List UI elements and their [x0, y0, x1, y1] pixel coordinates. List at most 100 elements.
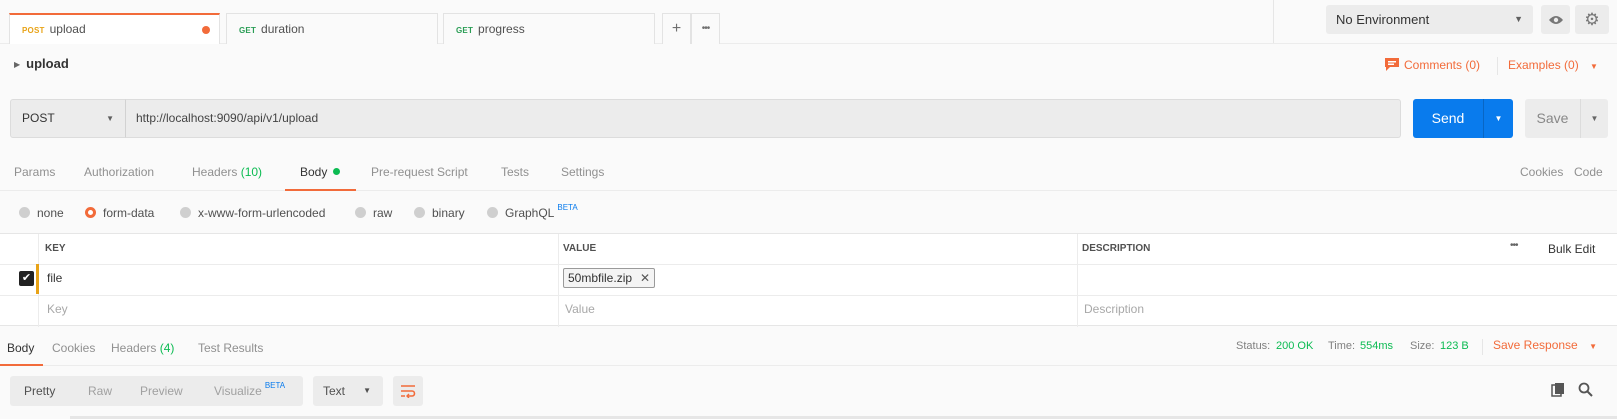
method-select[interactable]: POST ▼ [10, 99, 126, 138]
environment-select[interactable]: No Environment ▼ [1326, 5, 1533, 34]
tab-label: duration [261, 22, 305, 36]
radio-label: GraphQL [505, 206, 555, 220]
method-label: POST [22, 111, 55, 125]
new-tab-button[interactable]: + [662, 13, 691, 44]
more-icon: ••• [701, 23, 710, 34]
code-link[interactable]: Code [1574, 165, 1603, 179]
tab-tests[interactable]: Tests [501, 165, 529, 179]
value-field-placeholder[interactable]: Value [565, 302, 595, 316]
view-raw[interactable]: Raw [88, 376, 112, 406]
environment-quick-look-button[interactable] [1541, 5, 1570, 34]
body-type-raw[interactable]: raw [355, 206, 392, 220]
more-icon: ••• [1510, 240, 1518, 251]
status-dot-icon [333, 168, 341, 175]
form-data-table: KEY VALUE DESCRIPTION ••• Bulk Edit file… [0, 233, 1617, 327]
cookies-link[interactable]: Cookies [1520, 165, 1563, 179]
radio-icon [19, 207, 30, 218]
column-divider [1077, 234, 1078, 327]
chevron-down-icon: ▼ [106, 114, 114, 123]
status-label: Status: [1236, 340, 1271, 352]
chevron-down-icon: ▼ [1514, 14, 1523, 24]
wrap-lines-button[interactable] [393, 376, 423, 406]
check-icon: ✔ [21, 272, 32, 284]
active-tab-indicator [0, 364, 43, 366]
body-type-none[interactable]: none [19, 206, 64, 220]
radio-icon [180, 207, 191, 218]
response-tab-cookies[interactable]: Cookies [52, 341, 95, 355]
view-pretty[interactable]: Pretty [24, 376, 55, 406]
key-field[interactable]: file [47, 271, 62, 285]
file-name: 50mbfile.zip [568, 271, 633, 285]
close-icon[interactable]: ✕ [640, 271, 650, 285]
save-options-button[interactable]: ▼ [1580, 99, 1608, 138]
response-tab-test-results[interactable]: Test Results [198, 341, 263, 355]
caret-right-icon: ▶ [14, 60, 21, 69]
tab-headers[interactable]: Headers (10) [192, 165, 262, 179]
time-label: Time: [1328, 340, 1356, 352]
request-tab-duration[interactable]: GET duration [226, 13, 438, 44]
radio-selected-icon [85, 207, 96, 218]
row-edited-marker [36, 264, 39, 294]
tab-body[interactable]: Body [300, 165, 341, 179]
search-icon[interactable] [1578, 382, 1593, 400]
size-value[interactable]: 123 B [1440, 340, 1469, 352]
radio-icon [487, 207, 498, 218]
description-field-placeholder[interactable]: Description [1084, 302, 1144, 316]
tab-label: upload [49, 22, 86, 36]
request-name[interactable]: ▶ upload [14, 56, 69, 71]
column-divider [558, 234, 559, 327]
row-enabled-checkbox[interactable]: ✔ [19, 271, 34, 286]
request-tab-upload[interactable]: POST upload [9, 13, 220, 44]
settings-button[interactable]: ⚙ [1575, 5, 1609, 34]
send-button[interactable]: Send [1413, 99, 1483, 138]
request-name-label: upload [26, 56, 69, 71]
examples-label: Examples (0) [1508, 58, 1579, 72]
request-tab-progress[interactable]: GET progress [443, 13, 655, 44]
send-options-button[interactable]: ▼ [1483, 99, 1513, 138]
response-tab-headers[interactable]: Headers (4) [111, 341, 174, 355]
tab-method: POST [22, 26, 45, 35]
body-type-binary[interactable]: binary [414, 206, 465, 220]
description-column-header: DESCRIPTION [1082, 243, 1151, 254]
gear-icon: ⚙ [1584, 10, 1600, 29]
response-tab-body[interactable]: Body [7, 341, 34, 355]
url-input[interactable]: http://localhost:9090/api/v1/upload [125, 99, 1401, 138]
response-format-select[interactable]: Text ▼ [313, 376, 383, 406]
save-button[interactable]: Save [1525, 99, 1580, 138]
status-value[interactable]: 200 OK [1276, 340, 1313, 352]
tab-params[interactable]: Params [14, 165, 55, 179]
response-headers-count: (4) [159, 341, 175, 355]
comments-link[interactable]: Comments (0) [1384, 57, 1480, 72]
body-type-graphql[interactable]: GraphQL BETA [487, 203, 578, 220]
bulk-edit-link[interactable]: Bulk Edit [1548, 242, 1595, 256]
divider [1482, 339, 1483, 355]
tab-settings[interactable]: Settings [561, 165, 604, 179]
table-options-button[interactable]: ••• [1510, 240, 1518, 251]
beta-badge: BETA [557, 203, 578, 212]
time-value[interactable]: 554ms [1360, 340, 1393, 352]
save-response-label: Save Response [1493, 338, 1578, 352]
body-type-form-data[interactable]: form-data [85, 206, 154, 220]
body-type-urlencoded[interactable]: x-www-form-urlencoded [180, 206, 325, 220]
view-preview[interactable]: Preview [140, 376, 183, 406]
size-label: Size: [1410, 340, 1435, 352]
divider [1273, 0, 1274, 43]
key-column-header: KEY [45, 243, 66, 254]
key-field-placeholder[interactable]: Key [47, 302, 68, 316]
tab-label: progress [478, 22, 525, 36]
request-tabs: Params Authorization Headers (10) Body P… [0, 158, 1617, 191]
wrap-lines-icon [401, 385, 416, 399]
value-column-header: VALUE [563, 243, 597, 254]
save-response-dropdown[interactable]: Save Response ▼ [1493, 338, 1597, 352]
copy-icon[interactable] [1551, 382, 1566, 400]
examples-dropdown[interactable]: Examples (0) ▼ [1508, 58, 1598, 72]
unsaved-dot-icon [202, 26, 210, 34]
format-label: Text [323, 384, 346, 398]
view-visualize[interactable]: Visualize BETA [214, 376, 285, 406]
tab-authorization[interactable]: Authorization [84, 165, 154, 179]
tab-options-button[interactable]: ••• [691, 13, 720, 44]
tab-pre-request-script[interactable]: Pre-request Script [371, 165, 468, 179]
response-view-toggle: Pretty Raw Preview Visualize BETA [10, 376, 303, 406]
response-tab-headers-label: Headers [111, 341, 157, 355]
url-value: http://localhost:9090/api/v1/upload [136, 111, 319, 125]
